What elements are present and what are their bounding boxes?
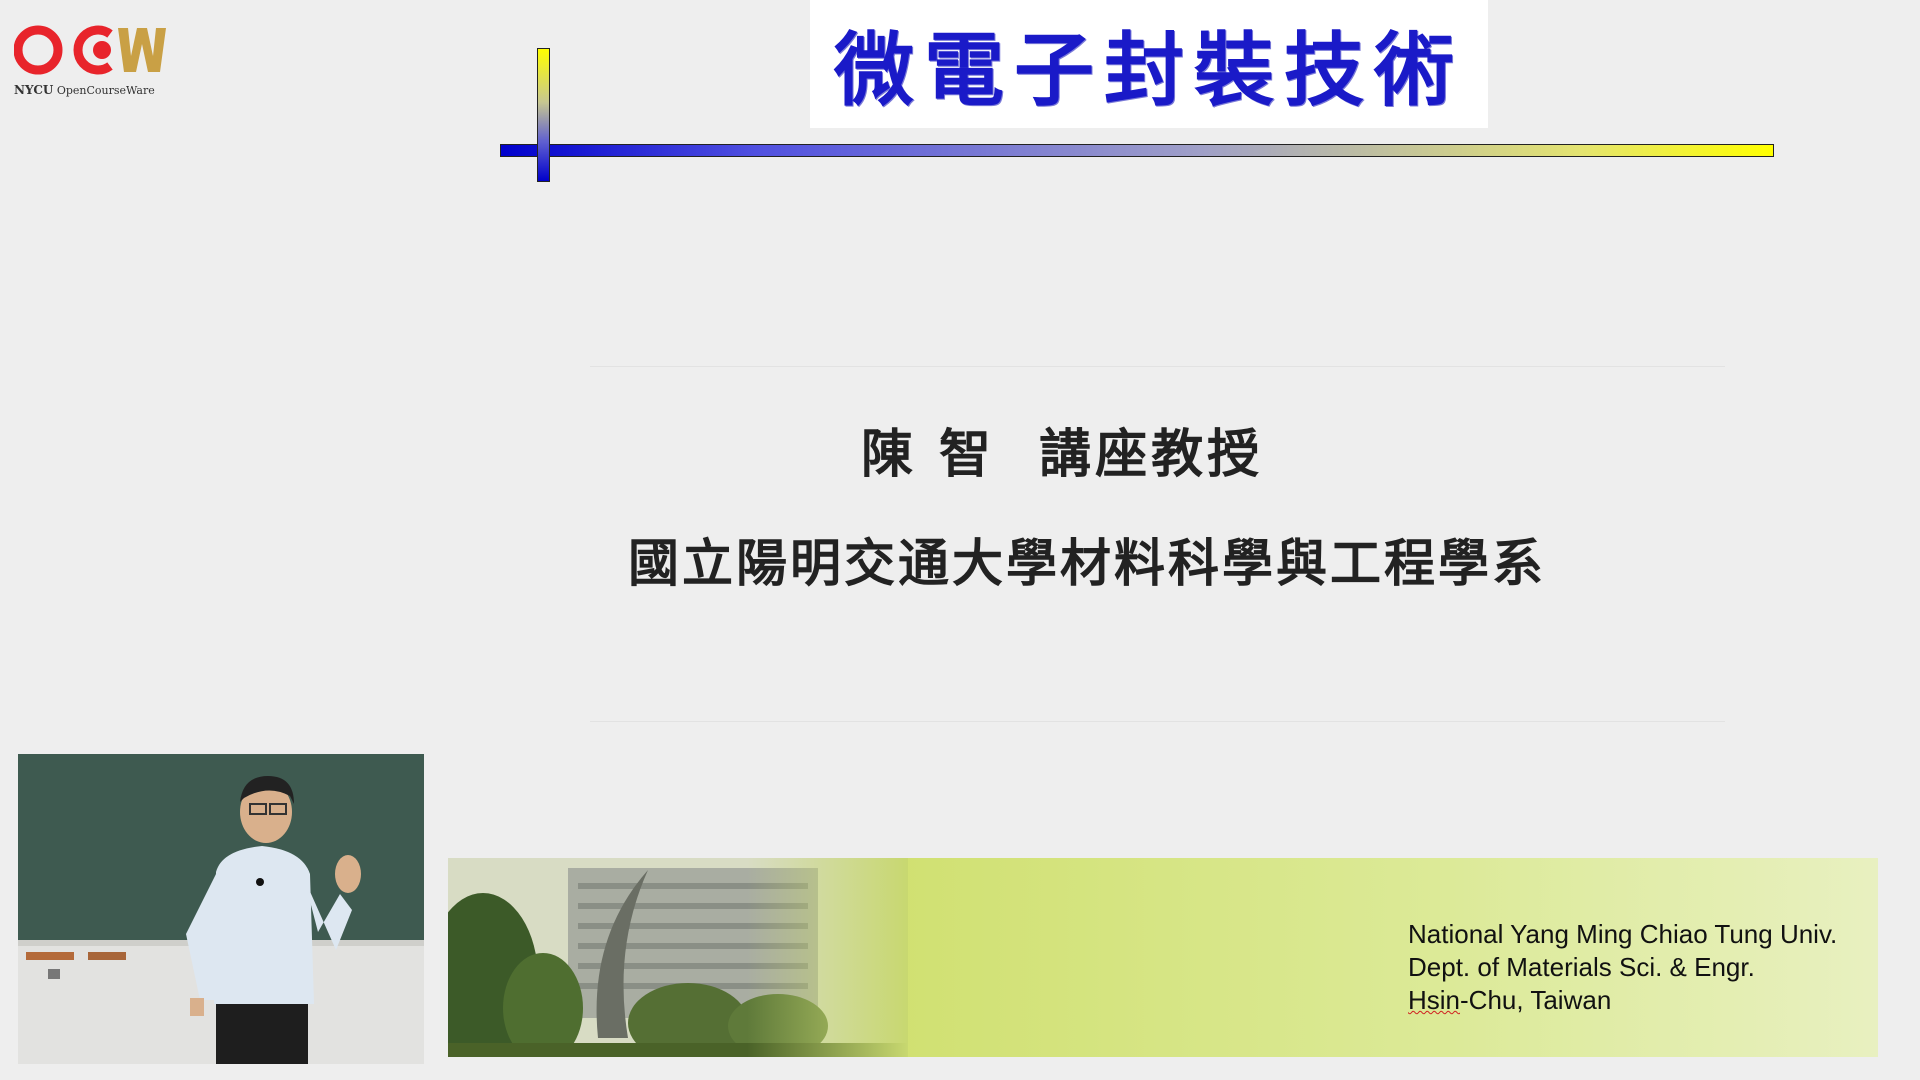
speaker-video-frame <box>18 754 424 1064</box>
banner-location-city: Hsin <box>1408 985 1461 1015</box>
speaker-video <box>18 754 424 1064</box>
banner-address: National Yang Ming Chiao Tung Univ. Dept… <box>1408 918 1837 1017</box>
banner-line-university: National Yang Ming Chiao Tung Univ. <box>1408 919 1838 949</box>
slide-title: 微電子封裝技術 <box>834 23 1464 117</box>
ocw-logo-mark <box>14 25 166 75</box>
logo-caption: NYCU OpenCourseWare <box>14 83 155 97</box>
logo-org: NYCU <box>14 83 54 97</box>
professor-name: 陳 智 講座教授 <box>860 424 1264 485</box>
banner-location-rest: -Chu, Taiwan <box>1460 985 1612 1015</box>
logo-product: OpenCourseWare <box>56 84 155 97</box>
horizontal-gradient-bar <box>500 144 1774 157</box>
campus-photo <box>448 858 908 1057</box>
divider-top <box>590 366 1725 367</box>
ocw-logo: NYCU OpenCourseWare <box>14 20 174 100</box>
vertical-gradient-bar <box>537 48 550 182</box>
university-banner: National Yang Ming Chiao Tung Univ. Dept… <box>448 858 1878 1057</box>
divider-bottom <box>590 721 1725 722</box>
department-name: 國立陽明交通大學材料科學與工程學系 <box>628 534 1547 594</box>
banner-line-department: Dept. of Materials Sci. & Engr. <box>1408 952 1755 982</box>
slide-title-box: 微電子封裝技術 <box>810 0 1488 128</box>
banner-line-location: Hsin-Chu, Taiwan <box>1408 984 1837 1017</box>
